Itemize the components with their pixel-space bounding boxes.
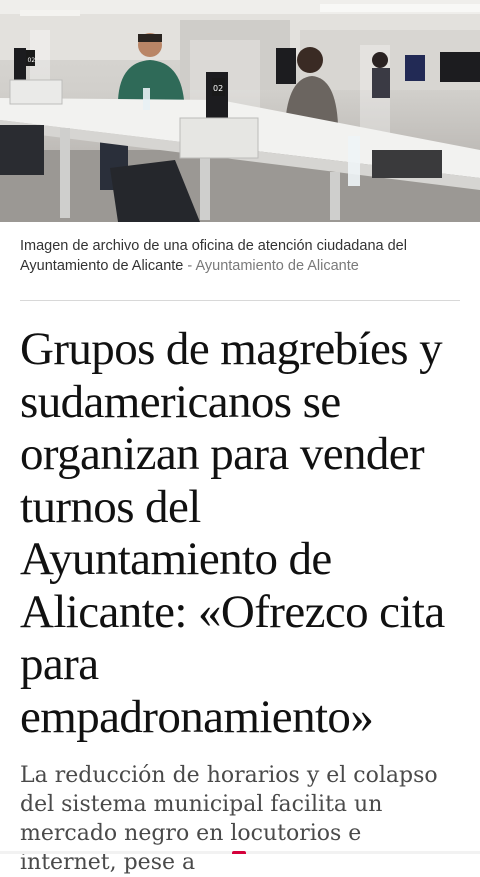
desk-number-label-1: 02 <box>28 57 36 64</box>
divider <box>20 300 460 301</box>
office-photo-illustration: 02 02 <box>0 0 480 222</box>
article-photo[interactable]: 02 02 <box>0 0 480 222</box>
photo-caption: Imagen de archivo de una oficina de aten… <box>0 222 480 288</box>
caption-separator: - <box>183 258 195 274</box>
article-subheadline: La reducción de horarios y el colapso de… <box>20 761 460 877</box>
photo-credit: Ayuntamiento de Alicante <box>195 258 358 274</box>
article-headline: Grupos de magrebíes y sudamericanos se o… <box>20 323 460 743</box>
desk-number-label-2: 02 <box>213 84 223 93</box>
